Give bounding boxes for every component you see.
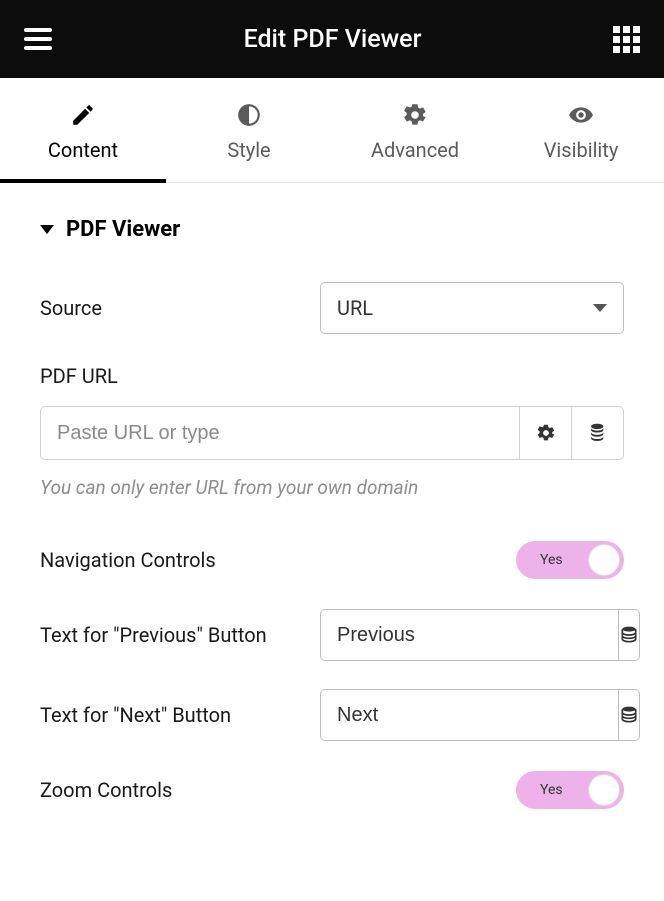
- field-zoom-controls: Zoom Controls Yes: [40, 771, 624, 809]
- toggle-knob: [588, 544, 620, 576]
- database-icon: [619, 705, 639, 725]
- panel-body: PDF Viewer Source URL PDF URL You can on…: [0, 183, 664, 843]
- section-toggle-pdf-viewer[interactable]: PDF Viewer: [40, 217, 624, 242]
- gear-icon: [402, 102, 428, 128]
- tab-label: Visibility: [544, 138, 619, 162]
- prev-text-label: Text for "Previous" Button: [40, 623, 267, 647]
- gear-icon: [536, 423, 556, 443]
- tab-advanced[interactable]: Advanced: [332, 78, 498, 182]
- field-source: Source URL: [40, 282, 624, 334]
- field-nav-controls: Navigation Controls Yes: [40, 541, 624, 579]
- database-icon: [619, 625, 639, 645]
- next-text-label: Text for "Next" Button: [40, 703, 231, 727]
- prev-text-dynamic-button[interactable]: [619, 609, 640, 661]
- pdf-url-settings-button[interactable]: [520, 406, 572, 460]
- pencil-icon: [70, 102, 96, 128]
- field-prev-text: Text for "Previous" Button: [40, 609, 624, 661]
- panel-header: Edit PDF Viewer: [0, 0, 664, 78]
- field-next-text: Text for "Next" Button: [40, 689, 624, 741]
- nav-controls-toggle[interactable]: Yes: [516, 541, 624, 579]
- pdf-url-label: PDF URL: [40, 364, 624, 388]
- source-label: Source: [40, 296, 102, 320]
- tab-content[interactable]: Content: [0, 78, 166, 182]
- apps-grid-icon[interactable]: [613, 26, 640, 53]
- tab-style[interactable]: Style: [166, 78, 332, 182]
- nav-controls-label: Navigation Controls: [40, 548, 216, 572]
- toggle-value: Yes: [540, 552, 563, 568]
- source-value: URL: [337, 296, 373, 320]
- pdf-url-dynamic-button[interactable]: [572, 406, 624, 460]
- tab-label: Style: [227, 138, 270, 162]
- contrast-icon: [236, 102, 262, 128]
- next-text-dynamic-button[interactable]: [619, 689, 640, 741]
- next-text-input[interactable]: [320, 689, 619, 741]
- menu-icon[interactable]: [24, 28, 52, 50]
- database-icon: [588, 423, 608, 443]
- chevron-down-icon: [593, 304, 607, 312]
- source-select[interactable]: URL: [320, 282, 624, 334]
- eye-icon: [568, 102, 594, 128]
- tab-visibility[interactable]: Visibility: [498, 78, 664, 182]
- pdf-url-input[interactable]: [40, 406, 520, 460]
- toggle-value: Yes: [540, 782, 563, 798]
- pdf-url-group: [40, 406, 624, 460]
- pdf-url-helper: You can only enter URL from your own dom…: [40, 476, 624, 499]
- toggle-knob: [588, 774, 620, 806]
- tab-label: Content: [48, 138, 118, 162]
- section-title: PDF Viewer: [66, 217, 180, 242]
- tab-label: Advanced: [371, 138, 459, 162]
- panel-title: Edit PDF Viewer: [244, 25, 422, 54]
- prev-text-input[interactable]: [320, 609, 619, 661]
- zoom-controls-label: Zoom Controls: [40, 778, 172, 802]
- zoom-controls-toggle[interactable]: Yes: [516, 771, 624, 809]
- tab-bar: Content Style Advanced Visibility: [0, 78, 664, 183]
- caret-down-icon: [40, 225, 54, 234]
